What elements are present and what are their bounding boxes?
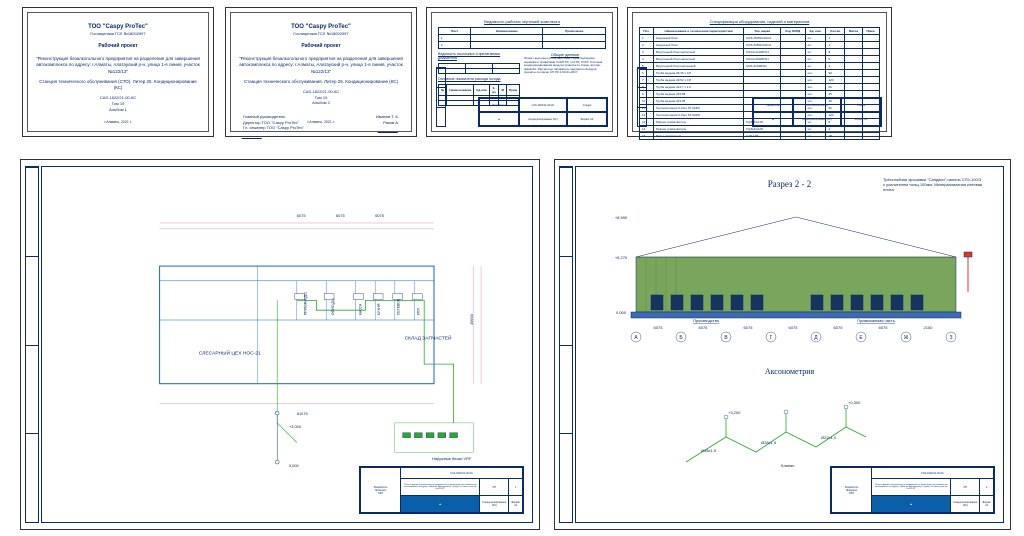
room-big: СЛЕСАРНЫЙ ЦЕХ НОС-21	[199, 348, 261, 356]
sheet-title-2: ТОО "Caspy ProTec" Гослицензия ГСЛ №1800…	[225, 7, 417, 137]
svg-text:6075: 6075	[879, 325, 889, 330]
project-type: Рабочий проект	[36, 43, 200, 50]
binding-strip	[559, 166, 573, 523]
svg-text:Ж: Ж	[904, 335, 909, 341]
svg-text:Примыкаемая часть: Примыкаемая часть	[857, 318, 895, 323]
svg-text:+3,000: +3,000	[289, 424, 302, 429]
sheet-specification: Спецификация оборудования, изделий и мат…	[627, 7, 892, 137]
svg-text:6075: 6075	[744, 325, 754, 330]
svg-text:КАССА: КАССА	[358, 303, 362, 315]
titleblock: РазработалCAS-1822/21-00-КССтадия ▲Конди…	[478, 97, 608, 127]
svg-text:+0,300: +0,300	[848, 400, 861, 405]
sheet-section: Разрез 2 - 2 Трёхслойная зрошивка "Сандв…	[554, 159, 1011, 530]
svg-text:Клапан: Клапан	[781, 463, 795, 468]
sheet-plan: СЛЕСАРНЫЙ ЦЕХ НОС-21 СКЛАД ЗАПЧАСТЕЙ 607…	[20, 159, 540, 530]
svg-text:СЕТЕВОЕ: СЕТЕВОЕ	[397, 298, 401, 315]
svg-text:Ø22x1,0: Ø22x1,0	[821, 435, 837, 440]
binding-strip	[637, 67, 647, 127]
svg-text:2150: 2150	[924, 325, 934, 330]
svg-text:КУХНЯ: КУХНЯ	[377, 303, 381, 315]
svg-text:+3,200: +3,200	[728, 410, 741, 415]
svg-text:6075: 6075	[654, 325, 664, 330]
project-desc: "Реконструкция безалкогольного предприят…	[36, 56, 200, 75]
signatures: Главный руководитель Директор ТОО "Caspy…	[239, 114, 403, 140]
svg-text:6075: 6075	[699, 325, 709, 330]
signature-icon	[242, 131, 265, 139]
sheet-general-data: Ведомость рабочих чертежей комплекта Лис…	[426, 7, 618, 137]
signature-icon	[378, 125, 401, 133]
logo-icon: ▲	[401, 496, 480, 513]
svg-text:6075: 6075	[789, 325, 799, 330]
svg-text:0,000: 0,000	[289, 463, 300, 468]
svg-text:39900: 39900	[469, 313, 474, 325]
svg-text:Производство: Производство	[693, 318, 720, 323]
city: г.Алматы, 2021 г.	[28, 120, 208, 125]
logo-icon: ▲	[753, 112, 793, 126]
titleblock: РазработалПроверилГИП CAS-1822/21-00-КС …	[830, 466, 995, 514]
section-note: Трёхслойная зрошивка "Сандвич"-панель СП…	[883, 177, 983, 192]
svg-text:0,000: 0,000	[616, 310, 627, 315]
company: ТОО "Caspy ProTec"	[36, 23, 200, 31]
drawing-list-table: ЛистНаименованиеПримечание 1 2	[438, 27, 606, 49]
svg-text:6075: 6075	[375, 213, 385, 218]
svg-text:Ø28x1,5: Ø28x1,5	[761, 440, 777, 445]
logo-icon: ▲	[872, 496, 951, 513]
section-drawing: АБВ ГДЕ ЖЗ 60756075 60756075 60756075 21…	[596, 197, 996, 347]
svg-text:6075: 6075	[336, 213, 346, 218]
binding-strip	[25, 166, 39, 523]
svg-text:СКЛАД ЗАПЧАСТЕЙ: СКЛАД ЗАПЧАСТЕЙ	[405, 334, 452, 342]
svg-text:Г: Г	[770, 335, 773, 341]
axo-title: Аксонометрия	[576, 367, 1003, 376]
svg-text:6075: 6075	[297, 213, 307, 218]
svg-text:+8,590: +8,590	[615, 215, 628, 220]
album: Альбом 1	[36, 107, 200, 113]
sheet-heading: Ведомость рабочих чертежей комплекта	[438, 19, 606, 24]
svg-text:ПРИЁМКА(Д1): ПРИЁМКА(Д1)	[304, 292, 308, 315]
svg-text:81075: 81075	[297, 411, 309, 416]
general-notes: Проект выполнен в соответствии с действу…	[524, 57, 606, 75]
svg-text:6075: 6075	[834, 325, 844, 330]
sheet-title-1: ТОО "Caspy ProTec" Гослицензия ГСЛ №1800…	[22, 7, 214, 137]
refs-table	[438, 63, 520, 74]
svg-text:Наружные блоки VRF: Наружные блоки VRF	[432, 456, 472, 461]
titleblock: РазработалПроверилГИП CAS-1822/21-00-КС …	[359, 466, 524, 514]
spec-heading: Спецификация оборудования, изделий и мат…	[639, 19, 880, 24]
logo-icon: ▲	[479, 112, 519, 126]
object: Станция технического обслуживания (СТО).…	[36, 79, 200, 92]
svg-text:З: З	[949, 335, 952, 341]
svg-text:Ø28x1,5: Ø28x1,5	[701, 448, 717, 453]
license: Гослицензия ГСЛ №18002997	[36, 31, 200, 37]
svg-text:ОФИС(Д1): ОФИС(Д1)	[331, 298, 335, 315]
titleblock: РазработалCAS-1822/21-00-КССтадия ▲Конди…	[752, 97, 882, 127]
svg-text:КПЛ: КПЛ	[416, 308, 420, 315]
svg-text:+6,270: +6,270	[615, 255, 628, 260]
binding-strip	[436, 67, 446, 127]
